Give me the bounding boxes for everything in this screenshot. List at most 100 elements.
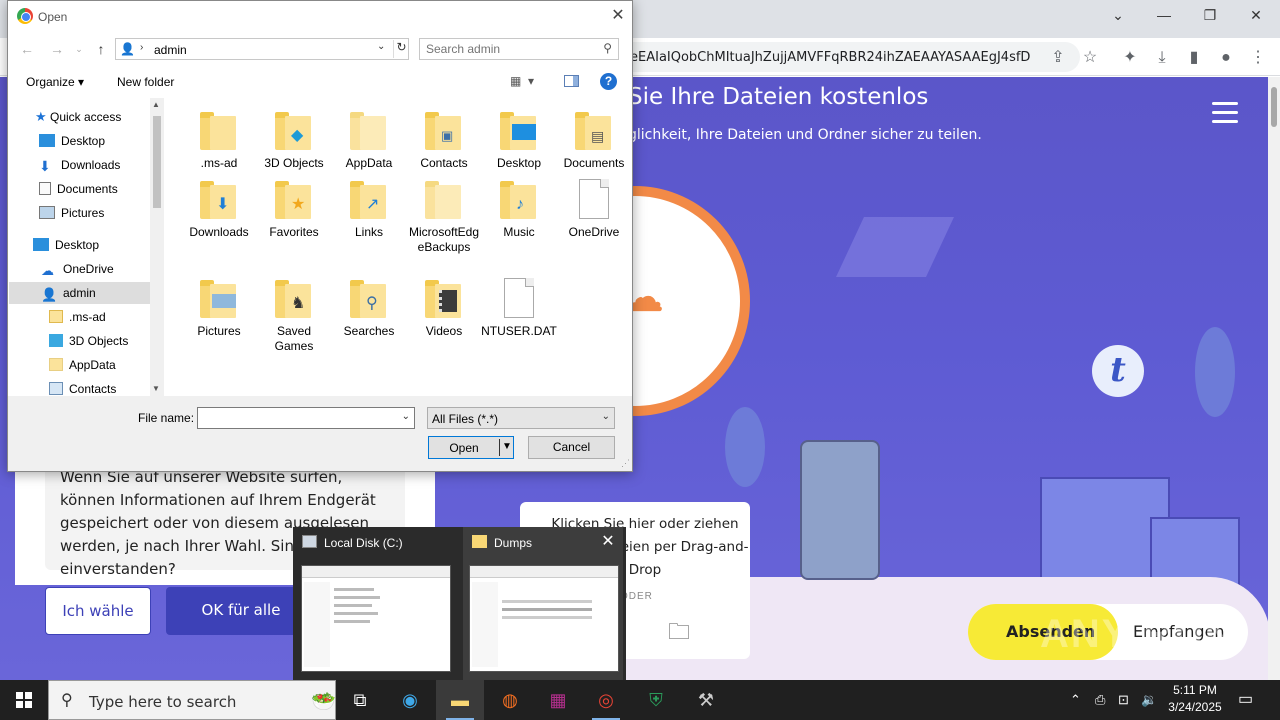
folder-item[interactable]: AppData: [331, 110, 407, 171]
nav-ms-ad[interactable]: .ms-ad: [49, 306, 164, 328]
nav-quick-access[interactable]: ★ Quick access: [35, 106, 164, 128]
bookmark-star-icon[interactable]: ☆: [1078, 46, 1102, 70]
edge-icon[interactable]: ◉: [386, 680, 434, 720]
search-input[interactable]: [426, 42, 586, 56]
cancel-button[interactable]: Cancel: [528, 436, 615, 459]
minimize-button[interactable]: —: [1144, 4, 1184, 26]
chrome-icon[interactable]: ◎: [582, 680, 630, 720]
nav-documents-pinned[interactable]: Documents📌: [39, 178, 164, 200]
folder-item[interactable]: Desktop: [481, 110, 557, 171]
file-label: OneDrive: [568, 225, 620, 239]
volume-icon[interactable]: 🔉: [1141, 680, 1157, 720]
folder-item[interactable]: ♞ Saved Games: [256, 278, 332, 354]
nav-downloads-pinned[interactable]: ⬇Downloads📌: [39, 154, 164, 176]
add-folder-icon[interactable]: 🗀: [668, 615, 690, 653]
search-box[interactable]: ⚲: [419, 38, 619, 60]
folder-item[interactable]: ↗ Links: [331, 179, 407, 240]
open-button[interactable]: Open ▼: [428, 436, 514, 459]
new-folder-button[interactable]: New folder: [117, 75, 174, 89]
dialog-titlebar[interactable]: Open ✕: [8, 1, 632, 32]
start-button[interactable]: [0, 680, 48, 720]
clock[interactable]: 5:11 PM 3/24/2025: [1162, 682, 1228, 716]
file-item[interactable]: OneDrive: [556, 179, 632, 240]
back-arrow-icon[interactable]: ←: [16, 40, 38, 58]
folder-item[interactable]: ♪ Music: [481, 179, 557, 240]
recent-locations-icon[interactable]: ⌄: [68, 40, 90, 58]
nav-pane-scrollbar[interactable]: ▲ ▼: [150, 98, 164, 396]
forward-arrow-icon[interactable]: →: [46, 40, 68, 58]
change-view-icon[interactable]: ▦ ▾: [510, 74, 534, 88]
address-breadcrumb[interactable]: 👤 › admin ⌄ ↻: [115, 38, 409, 60]
task-view-icon[interactable]: ⧉: [336, 680, 384, 720]
scrollbar-thumb[interactable]: [153, 116, 161, 208]
show-hidden-icons-icon[interactable]: ⌃: [1070, 680, 1081, 720]
firefox-icon[interactable]: ◍: [486, 680, 534, 720]
folder-item[interactable]: .ms-ad: [181, 110, 257, 171]
folder-item[interactable]: ★ Favorites: [256, 179, 332, 240]
download-icon[interactable]: ⤓: [1150, 46, 1174, 70]
paper-plane-decoration: [836, 217, 954, 277]
file-item[interactable]: NTUSER.DAT: [481, 278, 557, 339]
chevron-down-icon[interactable]: ⌄: [402, 411, 410, 422]
notifications-icon[interactable]: ▭: [1238, 680, 1253, 720]
videos-folder-icon: [423, 278, 465, 322]
folder-item[interactable]: Pictures: [181, 278, 257, 339]
file-type-select[interactable]: All Files (*.*) ⌄: [427, 407, 615, 429]
organize-menu[interactable]: Organize ▾: [26, 75, 84, 89]
file-name-input[interactable]: ⌄: [197, 407, 415, 429]
choose-cookies-button[interactable]: Ich wähle: [45, 587, 151, 635]
profile-avatar-icon[interactable]: ●: [1214, 46, 1238, 70]
nav-pictures-pinned[interactable]: Pictures📌: [39, 202, 164, 224]
help-icon[interactable]: ?: [600, 73, 617, 90]
desktop-folder-icon: [498, 110, 540, 154]
taskbar-search-box[interactable]: ⚲ Type here to search 🥗: [48, 680, 336, 720]
folder-item[interactable]: ▤ Documents: [556, 110, 632, 171]
close-window-button[interactable]: ✕: [1236, 4, 1276, 26]
resize-grip-icon[interactable]: ⋰: [621, 458, 630, 469]
chevron-right-icon[interactable]: ›: [140, 42, 143, 53]
folder-item[interactable]: ⬇ Downloads: [181, 179, 257, 240]
thumbnail-local-disk[interactable]: Local Disk (C:): [293, 527, 453, 680]
nav-onedrive[interactable]: ☁ OneDrive: [41, 258, 164, 280]
address-bar[interactable]: eEAIaIQobChMItuaJhZujjAMVFFqRBR24ihZAEAA…: [560, 42, 1080, 72]
restore-button[interactable]: ❐: [1190, 4, 1230, 26]
folder-item[interactable]: ▣ Contacts: [406, 110, 482, 171]
navigation-pane: ★ Quick access Desktop📌 ⬇Downloads📌 Docu…: [9, 98, 164, 396]
close-thumbnail-icon[interactable]: ✕: [597, 531, 619, 553]
address-path[interactable]: admin: [154, 43, 187, 57]
page-scrollbar[interactable]: [1268, 77, 1280, 680]
chrome-menu-icon[interactable]: ⋮: [1246, 46, 1270, 70]
chevron-down-icon[interactable]: ⌄: [377, 41, 385, 52]
security-shield-icon[interactable]: ⛨: [632, 680, 680, 720]
thumbnail-dumps[interactable]: Dumps ✕: [463, 527, 623, 680]
nav-3d-objects[interactable]: 3D Objects: [49, 330, 164, 352]
share-icon[interactable]: ⇪: [1046, 46, 1070, 70]
tools-icon[interactable]: ⚒: [682, 680, 730, 720]
refresh-icon[interactable]: ↻: [393, 40, 409, 58]
folder-item[interactable]: MicrosoftEdgeBackups: [406, 179, 482, 255]
dialog-close-button[interactable]: ✕: [606, 5, 630, 27]
device-icon[interactable]: ⎙: [1095, 680, 1105, 720]
nav-desktop[interactable]: Desktop: [33, 234, 164, 256]
nav-admin[interactable]: 👤 admin: [9, 282, 155, 304]
folder-icon: [49, 358, 63, 371]
hamburger-menu-icon[interactable]: [1212, 102, 1238, 129]
scrollbar-thumb[interactable]: [1271, 87, 1277, 127]
tab-search-icon[interactable]: ⌄: [1098, 4, 1138, 26]
file-explorer-icon[interactable]: ▬: [436, 680, 484, 720]
nav-desktop-pinned[interactable]: Desktop📌: [39, 130, 164, 152]
extensions-icon[interactable]: ✦: [1118, 46, 1142, 70]
network-icon[interactable]: ⊡: [1118, 680, 1129, 720]
preview-pane-icon[interactable]: [564, 75, 579, 87]
nav-contacts[interactable]: Contacts: [49, 378, 164, 396]
folder-item[interactable]: ⚲ Searches: [331, 278, 407, 339]
side-panel-icon[interactable]: ▮: [1182, 46, 1206, 70]
nav-appdata[interactable]: AppData: [49, 354, 164, 376]
scroll-up-icon[interactable]: ▲: [152, 100, 160, 109]
caret-down-icon[interactable]: ▼: [502, 441, 512, 452]
winrar-icon[interactable]: ▦: [534, 680, 582, 720]
up-arrow-icon[interactable]: ↑: [90, 40, 112, 58]
folder-item[interactable]: ◆ 3D Objects: [256, 110, 332, 171]
scroll-down-icon[interactable]: ▼: [152, 384, 160, 393]
folder-item[interactable]: Videos: [406, 278, 482, 339]
